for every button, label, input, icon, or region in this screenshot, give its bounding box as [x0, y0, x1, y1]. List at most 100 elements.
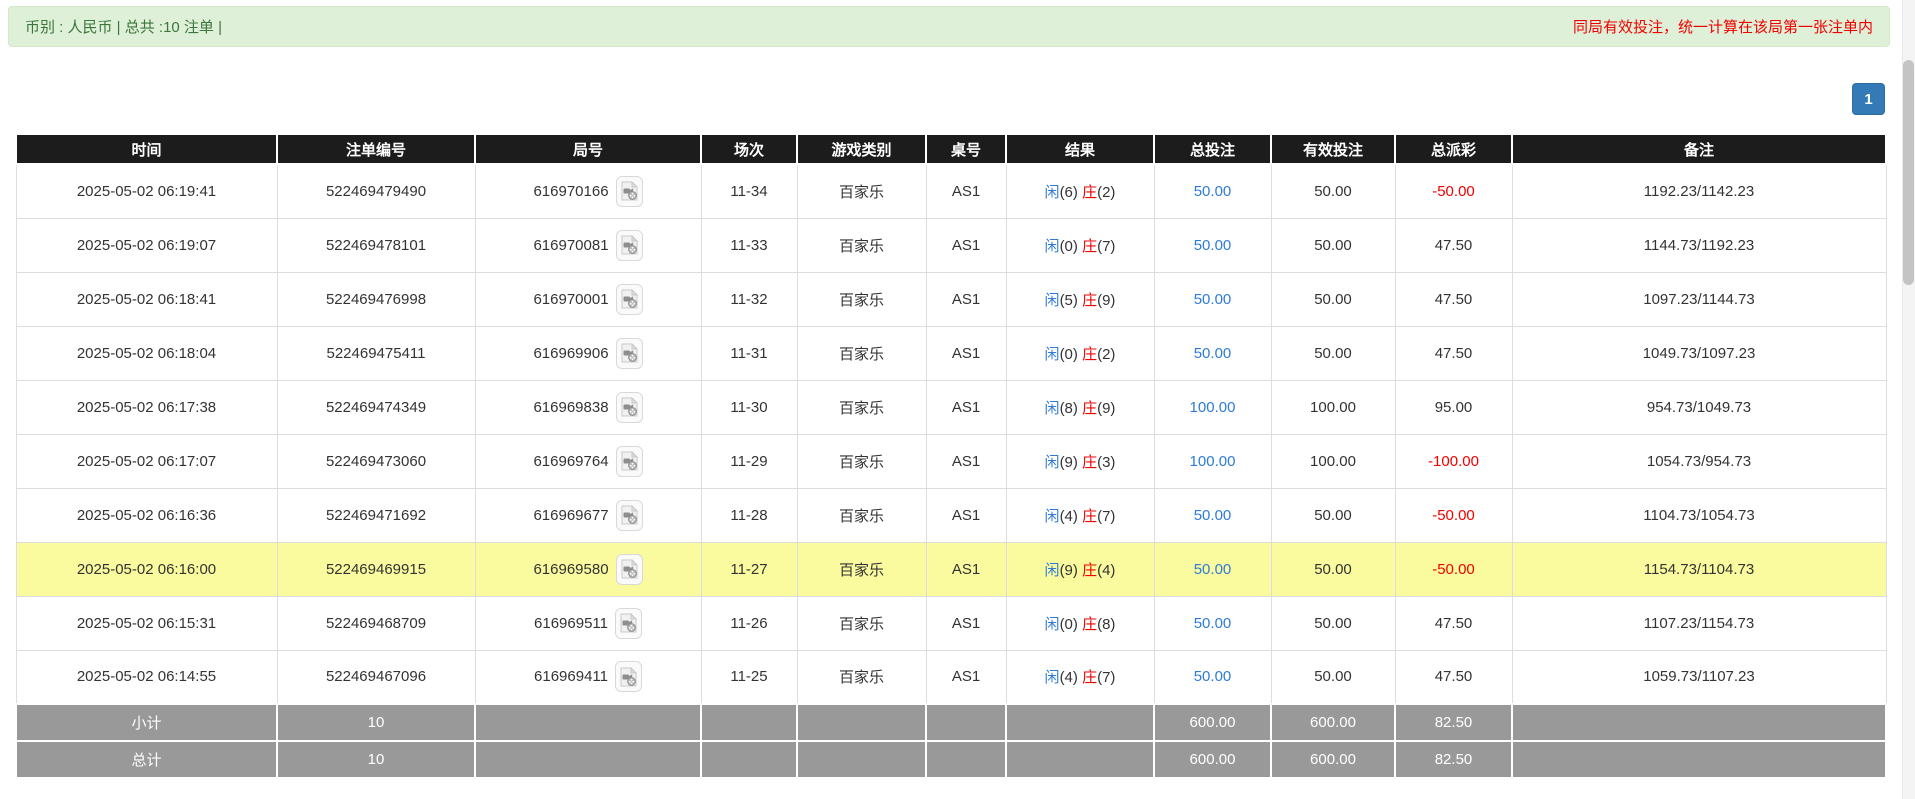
cell-total-bet-link[interactable]: 50.00 — [1153, 271, 1272, 327]
cell-time: 2025-05-02 06:16:00 — [15, 541, 278, 597]
total-bet-link[interactable]: 50.00 — [1194, 345, 1232, 362]
cell-note: 1107.23/1154.73 — [1511, 595, 1887, 651]
total-bet-link[interactable]: 50.00 — [1194, 615, 1232, 632]
video-replay-icon[interactable] — [615, 553, 643, 585]
result-player: (0) — [1059, 345, 1078, 363]
column-header: 总派彩 — [1394, 133, 1513, 165]
cell-bet-id: 522469478101 — [276, 217, 476, 273]
video-replay-icon[interactable] — [614, 661, 642, 693]
total-bet-link[interactable]: 50.00 — [1194, 183, 1232, 200]
round-number: 616969906 — [533, 344, 609, 362]
cell-total-bet-link[interactable]: 100.00 — [1153, 433, 1272, 489]
result-banker: 庄 — [1082, 507, 1098, 525]
cell-total-bet-link[interactable]: 50.00 — [1153, 595, 1272, 651]
cell-time: 2025-05-02 06:18:41 — [15, 271, 278, 327]
video-replay-icon[interactable] — [615, 283, 643, 315]
cell-bet-id: 522469473060 — [276, 433, 476, 489]
result-player: (4) — [1059, 507, 1078, 525]
result-banker: 庄 — [1082, 183, 1098, 201]
round-number: 616969838 — [533, 398, 609, 416]
cell-round-id: 616969764 — [474, 433, 702, 489]
total-bet-link[interactable]: 50.00 — [1194, 561, 1232, 578]
result-banker: 庄 — [1082, 345, 1098, 363]
total-bet-link[interactable]: 100.00 — [1190, 453, 1236, 470]
column-header: 桌号 — [925, 133, 1007, 165]
rule-notice-label: 同局有效投注，统一计算在该局第一张注单内 — [1572, 19, 1873, 36]
summary-empty — [925, 703, 1007, 742]
result-player: 闲 — [1044, 237, 1060, 255]
cell-time: 2025-05-02 06:16:36 — [15, 487, 278, 543]
table-row: 2025-05-02 06:18:41 522469476998 616970001… — [15, 271, 1887, 327]
cell-total-bet-link[interactable]: 50.00 — [1153, 325, 1272, 381]
cell-bet-id: 522469467096 — [276, 649, 476, 705]
video-replay-icon[interactable] — [615, 175, 643, 207]
cell-payout: 47.50 — [1394, 217, 1513, 273]
cell-game-type: 百家乐 — [796, 487, 927, 543]
cell-note: 1192.23/1142.23 — [1511, 163, 1887, 219]
cell-round-id: 616970001 — [474, 271, 702, 327]
round-number: 616970166 — [533, 182, 609, 200]
cell-table-code: AS1 — [925, 433, 1007, 489]
result-banker: 庄 — [1082, 561, 1098, 579]
total-bet-link[interactable]: 50.00 — [1194, 507, 1232, 524]
vertical-scrollbar-thumb[interactable] — [1903, 60, 1914, 285]
video-replay-icon[interactable] — [614, 607, 642, 639]
cell-note: 1059.73/1107.23 — [1511, 649, 1887, 705]
cell-total-bet-link[interactable]: 50.00 — [1153, 217, 1272, 273]
cell-session: 11-31 — [700, 325, 798, 381]
cell-total-bet-link[interactable]: 50.00 — [1153, 649, 1272, 705]
total-bet-link[interactable]: 50.00 — [1194, 237, 1232, 254]
subtotal-row: 小计 10 600.00 600.00 82.50 — [15, 703, 1887, 742]
cell-note: 954.73/1049.73 — [1511, 379, 1887, 435]
table-row: 2025-05-02 06:15:31 522469468709 616969511… — [15, 595, 1887, 651]
cell-valid-bet: 50.00 — [1270, 271, 1396, 327]
table-row: 2025-05-02 06:18:04 522469475411 616969906… — [15, 325, 1887, 381]
result-player: (4) — [1059, 669, 1078, 687]
cell-time: 2025-05-02 06:14:55 — [15, 649, 278, 705]
cell-time: 2025-05-02 06:18:04 — [15, 325, 278, 381]
table-header-row: 时间 注单编号 局号 场次 游戏类别 桌号 结果 总投注 有效投注 总派彩 备注 — [15, 133, 1887, 165]
cell-total-bet-link[interactable]: 50.00 — [1153, 487, 1272, 543]
column-header: 有效投注 — [1270, 133, 1396, 165]
round-number: 616969677 — [533, 506, 609, 524]
result-player: (0) — [1059, 237, 1078, 255]
total-bet-link[interactable]: 100.00 — [1190, 399, 1236, 416]
video-replay-icon[interactable] — [615, 445, 643, 477]
bet-records-page: 币别 : 人民币 | 总共 :10 注单 | 同局有效投注，统一计算在该局第一张… — [0, 0, 1915, 799]
cell-total-bet-link[interactable]: 100.00 — [1153, 379, 1272, 435]
summary-empty — [1511, 703, 1887, 742]
summary-payout: 82.50 — [1394, 740, 1513, 779]
total-row: 总计 10 600.00 600.00 82.50 — [15, 740, 1887, 779]
column-header: 总投注 — [1153, 133, 1272, 165]
cell-result: 闲(9) 庄(4) — [1005, 541, 1155, 597]
video-replay-icon[interactable] — [615, 229, 643, 261]
result-banker: (2) — [1097, 183, 1116, 201]
result-player: (6) — [1059, 183, 1078, 201]
summary-empty — [474, 703, 702, 742]
result-banker: (9) — [1097, 399, 1116, 417]
cell-total-bet-link[interactable]: 50.00 — [1153, 163, 1272, 219]
total-bet-link[interactable]: 50.00 — [1194, 291, 1232, 308]
cell-valid-bet: 50.00 — [1270, 649, 1396, 705]
bet-records-table: 时间 注单编号 局号 场次 游戏类别 桌号 结果 总投注 有效投注 总派彩 备注 2025-05-0… — [15, 133, 1887, 779]
vertical-scrollbar-track[interactable] — [1902, 0, 1915, 799]
cell-game-type: 百家乐 — [796, 325, 927, 381]
cell-round-id: 616970166 — [474, 163, 702, 219]
cell-valid-bet: 50.00 — [1270, 541, 1396, 597]
summary-valid-bet: 600.00 — [1270, 740, 1396, 779]
video-replay-icon[interactable] — [615, 337, 643, 369]
column-header: 时间 — [15, 133, 278, 165]
video-replay-icon[interactable] — [615, 499, 643, 531]
video-replay-icon[interactable] — [615, 391, 643, 423]
result-banker: 庄 — [1082, 399, 1098, 417]
total-bet-link[interactable]: 50.00 — [1194, 668, 1232, 685]
cell-note: 1154.73/1104.73 — [1511, 541, 1887, 597]
result-banker: 庄 — [1082, 291, 1098, 309]
cell-valid-bet: 50.00 — [1270, 325, 1396, 381]
cell-total-bet-link[interactable]: 50.00 — [1153, 541, 1272, 597]
cell-time: 2025-05-02 06:17:07 — [15, 433, 278, 489]
result-banker: 庄 — [1082, 669, 1098, 687]
table-row: 2025-05-02 06:17:38 522469474349 616969838… — [15, 379, 1887, 435]
cell-session: 11-25 — [700, 649, 798, 705]
pagination-page-1-button[interactable]: 1 — [1852, 83, 1885, 115]
